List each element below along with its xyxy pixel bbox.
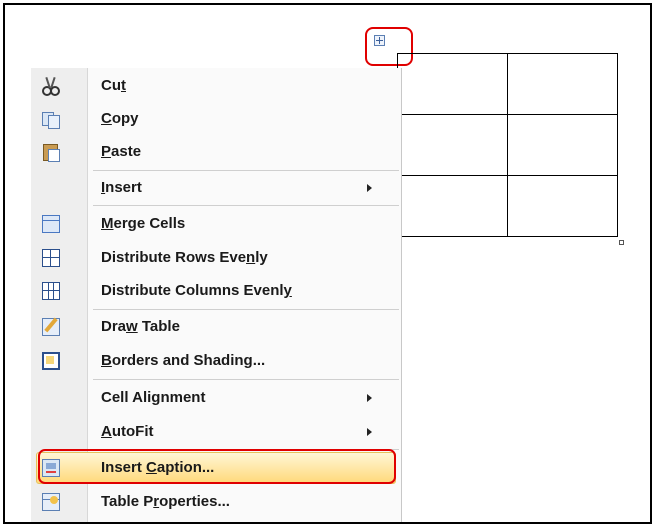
submenu-arrow-icon <box>367 394 372 402</box>
cut-icon <box>42 76 60 96</box>
menu-item-label: Borders and Shading... <box>101 352 266 369</box>
paste-icon <box>42 143 60 162</box>
table-cell[interactable] <box>507 114 618 176</box>
submenu-arrow-icon <box>367 184 372 192</box>
distribute-columns-icon <box>42 282 60 300</box>
submenu-arrow-icon <box>367 428 372 436</box>
menu-separator <box>93 309 399 310</box>
borders-shading-icon <box>42 352 60 370</box>
menu-item-label: Draw Table <box>101 318 180 335</box>
menu-item-copy[interactable]: Copy <box>31 103 399 135</box>
table-row <box>397 175 618 237</box>
table-cell[interactable] <box>507 175 618 237</box>
menu-item-autofit[interactable]: AutoFit <box>31 416 399 448</box>
menu-item-label: AutoFit <box>101 423 154 440</box>
menu-item-label: Copy <box>101 110 139 127</box>
menu-item-label: Merge Cells <box>101 215 186 232</box>
table-cell[interactable] <box>397 114 508 176</box>
menu-separator <box>93 205 399 206</box>
menu-item-label: Cut <box>101 77 126 94</box>
menu-item-label: Paste <box>101 143 142 160</box>
menu-separator <box>93 379 399 380</box>
menu-item-cut[interactable]: Cut <box>31 70 399 102</box>
menu-item-insert[interactable]: Insert <box>31 172 399 204</box>
menu-item-distribute-columns[interactable]: Distribute Columns Evenly <box>31 275 399 307</box>
menu-item-label: Insert <box>101 179 142 196</box>
menu-item-cell-alignment[interactable]: Cell Alignment <box>31 382 399 414</box>
menu-item-borders-shading[interactable]: Borders and Shading... <box>31 345 399 377</box>
menu-item-label: Distribute Rows Evenly <box>101 249 268 266</box>
distribute-rows-icon <box>42 249 60 267</box>
table-cell[interactable] <box>397 53 508 115</box>
table-resize-handle[interactable] <box>619 240 624 245</box>
menu-item-table-properties[interactable]: Table Properties... <box>31 486 399 518</box>
document-table[interactable] <box>397 53 618 237</box>
menu-item-draw-table[interactable]: Draw Table <box>31 311 399 343</box>
menu-item-merge-cells[interactable]: Merge Cells <box>31 208 399 240</box>
menu-item-paste[interactable]: Paste <box>31 136 399 168</box>
table-row <box>397 114 618 176</box>
table-cell[interactable] <box>397 175 508 237</box>
table-properties-icon <box>42 493 60 511</box>
insert-caption-annotation <box>38 449 396 484</box>
menu-item-label: Distribute Columns Evenly <box>101 282 292 299</box>
menu-item-label: Cell Alignment <box>101 389 206 406</box>
table-row <box>397 53 618 115</box>
menu-separator <box>93 170 399 171</box>
table-move-icon[interactable] <box>374 35 385 46</box>
merge-cells-icon <box>42 215 60 233</box>
menu-item-distribute-rows[interactable]: Distribute Rows Evenly <box>31 242 399 274</box>
menu-item-label: Table Properties... <box>101 493 230 510</box>
draw-table-icon <box>42 318 60 336</box>
copy-icon <box>42 110 60 129</box>
table-cell[interactable] <box>507 53 618 115</box>
